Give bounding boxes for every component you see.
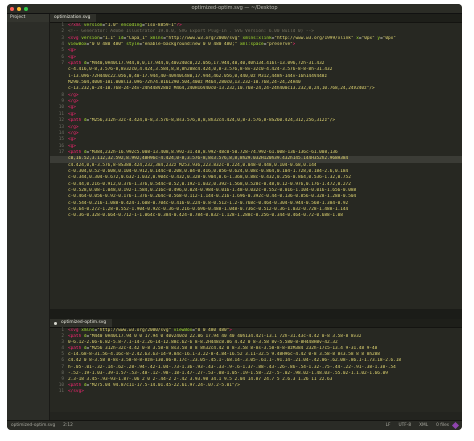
line-ending[interactable]: LF [382, 423, 395, 428]
status-file-name[interactable]: optimized-optim.svg [7, 423, 59, 428]
line-number [50, 213, 68, 219]
modified-dot-icon [54, 321, 57, 325]
file-encoding[interactable]: UTF-8 [395, 423, 416, 428]
editor-window: optimized-optim.svg — ~/Desktop Project … [7, 4, 462, 430]
title-bar: optimized-optim.svg — ~/Desktop [7, 4, 462, 14]
top-editor-pane[interactable]: optimization.svg 1 <?xml version="1.0" en… [50, 14, 462, 309]
status-bar: optimized-optim.svg 2:12 LF UTF-8 XML 0 … [7, 420, 462, 430]
code-text[interactable]: c-0.36-0.328-0.664-0.712-1-1.064c-0.384-… [68, 213, 343, 219]
git-status[interactable]: 0 files [432, 423, 453, 428]
grammar-selector[interactable]: XML [415, 423, 432, 428]
code-line[interactable]: 11 </svg> [50, 389, 462, 395]
bottom-editor-pane[interactable]: optimized-optim.svg 1 <svg xmlns="http://… [50, 319, 462, 412]
pane-divider[interactable] [50, 309, 462, 319]
project-sidebar[interactable]: Project [7, 14, 50, 421]
bottom-code-editor[interactable]: 1 <svg xmlns="http://www.w3.org/2000/svg"… [50, 328, 462, 412]
code-text[interactable]: </svg> [68, 389, 84, 395]
code-line[interactable]: c-0.36-0.328-0.664-0.712-1-1.064c-0.384-… [50, 213, 462, 219]
code-text[interactable]: c-13.232,0-24-10.768-24-24v-24h448V280z … [68, 86, 375, 92]
code-text[interactable]: <path d="M275.04 94.87c11-17.5-14.01.45-… [68, 383, 240, 389]
tab-optimization-svg[interactable]: optimization.svg [50, 14, 97, 22]
sidebar-header: Project [7, 14, 49, 22]
window-title: optimized-optim.svg — ~/Desktop [191, 5, 278, 11]
tab-optimized-optim-svg[interactable]: optimized-optim.svg [50, 319, 113, 327]
code-text[interactable]: <path d="M256,312h-32c-4.424,0-8,3.576-8… [68, 118, 335, 124]
package-gem-icon[interactable] [451, 421, 460, 430]
line-number: 11 [58, 388, 64, 394]
cursor-position[interactable]: 2:12 [59, 423, 77, 428]
tab-label: optimization.svg [54, 15, 91, 20]
bottom-tab-bar: optimized-optim.svg [50, 319, 462, 328]
top-tab-bar: optimization.svg [50, 14, 462, 23]
code-text[interactable]: viewBox="0 0 480 480" style="enable-back… [68, 42, 295, 48]
top-code-editor[interactable]: 1 <?xml version="1.0" encoding="iso-8859-… [50, 23, 462, 309]
tab-label: optimized-optim.svg [61, 320, 107, 325]
